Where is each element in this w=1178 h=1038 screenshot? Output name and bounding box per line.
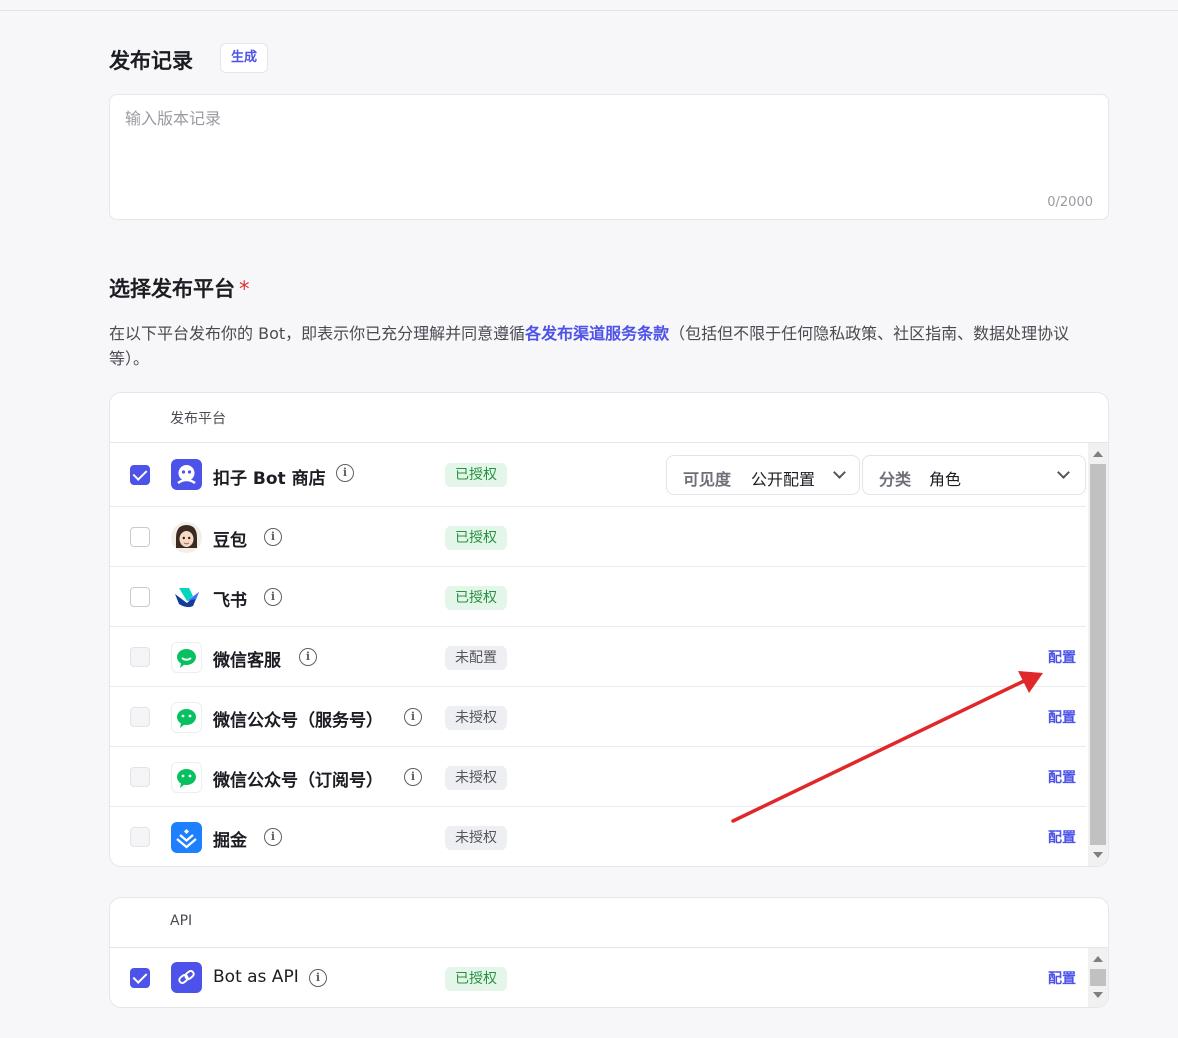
- desc-before: 在以下平台发布你的 Bot，即表示你已充分理解并同意遵循: [109, 324, 526, 343]
- info-icon[interactable]: i: [404, 768, 422, 786]
- juejin-name: 掘金: [213, 831, 247, 851]
- wechat-icon: [171, 702, 202, 733]
- api-column-header: API: [170, 913, 193, 929]
- status-badge: 未配置: [445, 646, 507, 670]
- wechat-subscription-name: 微信公众号（订阅号）: [213, 771, 383, 791]
- feishu-icon: [171, 582, 202, 613]
- chevron-down-icon: [1057, 466, 1070, 479]
- doubao-checkbox[interactable]: [130, 527, 150, 547]
- status-badge: 已授权: [445, 463, 507, 487]
- scroll-down-icon[interactable]: [1093, 852, 1103, 858]
- configure-link[interactable]: 配置: [1048, 647, 1076, 667]
- info-icon[interactable]: i: [264, 588, 282, 606]
- juejin-checkbox: [130, 827, 150, 847]
- category-value: 角色: [929, 470, 962, 489]
- info-icon[interactable]: i: [336, 464, 354, 482]
- visibility-label: 可见度: [683, 470, 732, 489]
- status-badge: 已授权: [445, 526, 507, 550]
- platform-row-wechat-subscription: 微信公众号（订阅号） i 未授权 配置: [110, 747, 1086, 807]
- status-badge: 已授权: [445, 586, 507, 610]
- scroll-up-icon[interactable]: [1093, 451, 1103, 457]
- info-icon[interactable]: i: [264, 828, 282, 846]
- api-table: API Bot as API i 已授权 配置: [109, 897, 1109, 1008]
- configure-link[interactable]: 配置: [1048, 968, 1076, 988]
- status-badge: 未授权: [445, 766, 507, 790]
- platform-row-wechat-service: 微信公众号（服务号） i 未授权 配置: [110, 687, 1086, 747]
- release-notes-box: 0/2000: [109, 94, 1109, 220]
- wechat-icon: [171, 642, 202, 673]
- generate-button[interactable]: 生成: [220, 43, 269, 73]
- configure-link[interactable]: 配置: [1048, 827, 1076, 847]
- platform-list: 扣子 Bot 商店 i 已授权 可见度 公开配置 分类 角色 豆包 i 已授权: [110, 443, 1086, 866]
- api-row-bot-as-api: Bot as API i 已授权 配置: [110, 948, 1086, 1007]
- platform-section-title-text: 选择发布平台: [109, 277, 235, 301]
- platform-terms-desc: 在以下平台发布你的 Bot，即表示你已充分理解并同意遵循各发布渠道服务条款（包括…: [109, 321, 1109, 371]
- platform-name: 扣子 Bot 商店: [213, 464, 326, 489]
- scrollbar-thumb[interactable]: [1090, 969, 1106, 986]
- wechat-icon: [171, 762, 202, 793]
- release-notes-title: 发布记录: [109, 49, 193, 73]
- scrollbar-thumb[interactable]: [1090, 464, 1106, 845]
- info-icon[interactable]: i: [264, 528, 282, 546]
- release-notes-input[interactable]: [125, 105, 1085, 185]
- coze-store-name: 扣子 Bot 商店: [213, 469, 326, 489]
- terms-link[interactable]: 各发布渠道服务条款: [525, 324, 669, 343]
- coze-store-icon: [171, 459, 202, 490]
- visibility-select[interactable]: 可见度 公开配置: [666, 455, 860, 495]
- info-icon[interactable]: i: [309, 969, 327, 987]
- wechat-kf-name: 微信客服: [213, 651, 281, 671]
- visibility-value: 公开配置: [751, 470, 816, 489]
- platform-table-header: 发布平台: [110, 393, 1108, 443]
- platform-row-juejin: 掘金 i 未授权 配置: [110, 807, 1086, 866]
- category-label: 分类: [879, 470, 912, 489]
- api-list-scrollbar[interactable]: [1088, 948, 1108, 1007]
- bot-as-api-checkbox[interactable]: [130, 968, 150, 988]
- char-counter: 0/2000: [1047, 195, 1093, 210]
- required-mark: *: [239, 277, 250, 301]
- wechat-kf-checkbox: [130, 647, 150, 667]
- wechat-service-name: 微信公众号（服务号）: [213, 711, 383, 731]
- link-icon: [171, 962, 202, 993]
- status-badge: 已授权: [445, 967, 507, 991]
- wechat-service-checkbox: [130, 707, 150, 727]
- info-icon[interactable]: i: [299, 648, 317, 666]
- platform-row-coze-store: 扣子 Bot 商店 i 已授权 可见度 公开配置 分类 角色: [110, 443, 1086, 507]
- category-select[interactable]: 分类 角色: [862, 455, 1086, 495]
- platform-section-title: 选择发布平台 *: [109, 273, 250, 303]
- doubao-name: 豆包: [213, 531, 247, 551]
- juejin-icon: [171, 822, 202, 853]
- configure-link[interactable]: 配置: [1048, 767, 1076, 787]
- platform-row-doubao: 豆包 i 已授权: [110, 507, 1086, 567]
- scroll-up-icon[interactable]: [1093, 956, 1103, 962]
- platform-column-header: 发布平台: [170, 411, 226, 427]
- platform-row-feishu: 飞书 i 已授权: [110, 567, 1086, 627]
- api-table-header: API: [110, 898, 1108, 948]
- scroll-down-icon[interactable]: [1093, 992, 1103, 998]
- status-badge: 未授权: [445, 826, 507, 850]
- feishu-name: 飞书: [213, 591, 247, 611]
- configure-link[interactable]: 配置: [1048, 707, 1076, 727]
- chevron-down-icon: [833, 466, 846, 479]
- platform-row-wechat-kf: 微信客服 i 未配置 配置: [110, 627, 1086, 687]
- doubao-avatar-icon: [171, 522, 202, 553]
- wechat-subscription-checkbox: [130, 767, 150, 787]
- coze-store-checkbox[interactable]: [130, 465, 150, 485]
- status-badge: 未授权: [445, 706, 507, 730]
- feishu-checkbox[interactable]: [130, 587, 150, 607]
- platform-table: 发布平台 扣子 Bot 商店 i 已授权 可见度 公开配置 分类 角色 豆包 i…: [109, 392, 1109, 867]
- top-divider: [0, 0, 1178, 11]
- bot-as-api-name: Bot as API: [213, 967, 299, 987]
- platform-list-scrollbar[interactable]: [1088, 443, 1108, 866]
- info-icon[interactable]: i: [404, 708, 422, 726]
